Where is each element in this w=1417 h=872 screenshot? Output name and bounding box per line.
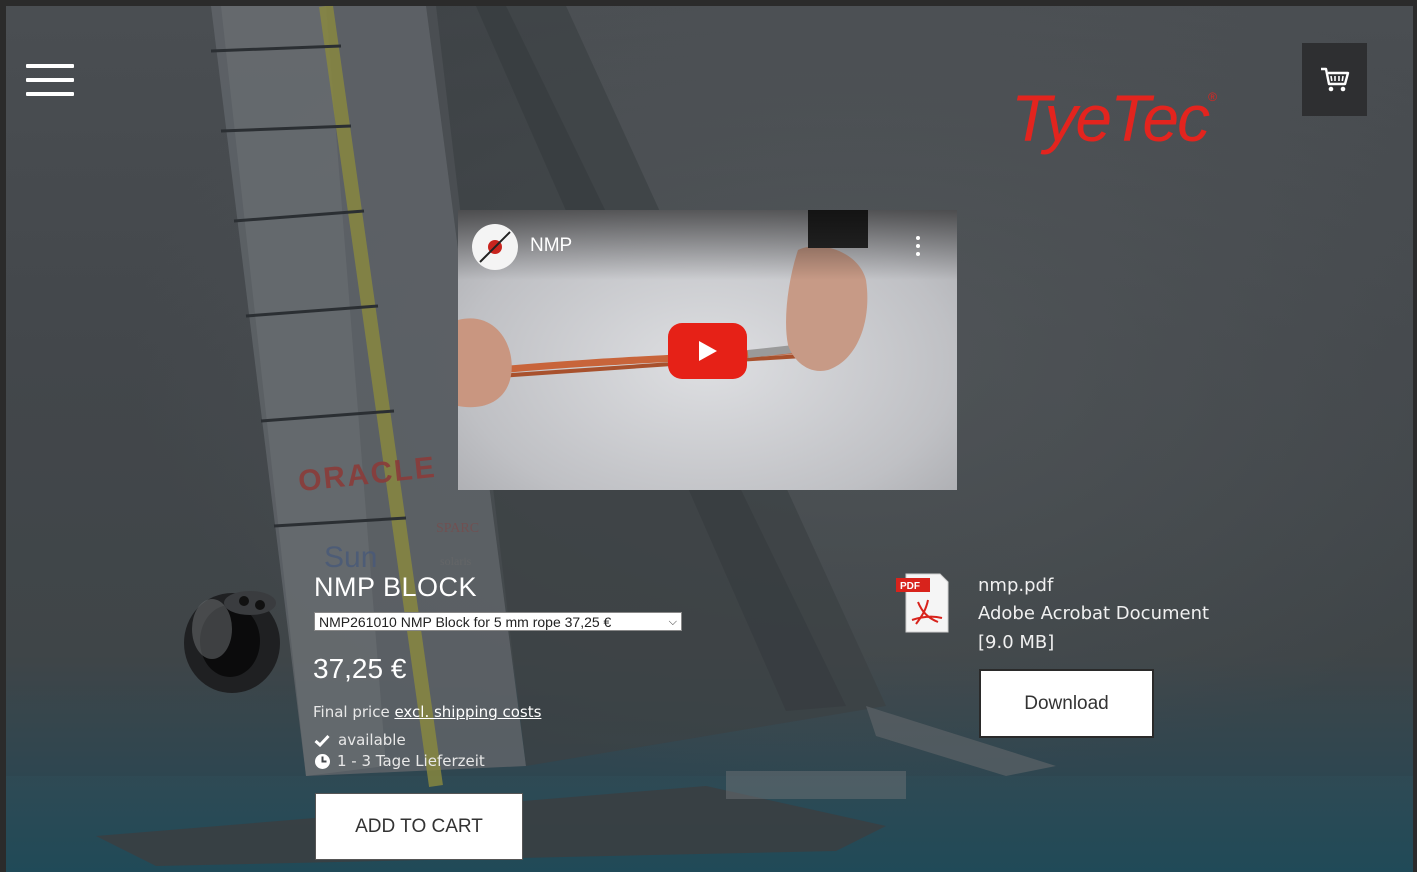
final-price-note: Final price excl. shipping costs	[313, 703, 541, 721]
channel-avatar[interactable]	[472, 224, 518, 270]
logo-text: TyeTec	[1011, 81, 1210, 155]
cart-button[interactable]	[1302, 43, 1367, 116]
sail-text-solaris: solaris	[440, 554, 472, 568]
file-size: [9.0 MB]	[978, 632, 1055, 653]
variant-select[interactable]: NMP261010 NMP Block for 5 mm rope 37,25 …	[314, 612, 682, 631]
product-image	[184, 591, 280, 693]
hamburger-menu-icon[interactable]	[26, 64, 74, 98]
play-button[interactable]	[668, 323, 747, 379]
variant-selected-value: NMP261010 NMP Block for 5 mm rope 37,25 …	[319, 614, 612, 630]
delivery-time-text: 1 - 3 Tage Lieferzeit	[337, 752, 485, 770]
chevron-down-icon: ⌵	[668, 616, 677, 628]
final-price-label: Final price	[313, 703, 390, 721]
cart-icon	[1320, 67, 1349, 91]
more-vertical-icon[interactable]	[915, 236, 921, 260]
check-icon	[314, 734, 330, 747]
video-title[interactable]: NMP	[530, 235, 572, 257]
svg-text:PDF: PDF	[900, 581, 920, 592]
pdf-file-icon[interactable]: PDF	[894, 572, 952, 634]
availability-status: available	[314, 731, 406, 749]
delivery-time: 1 - 3 Tage Lieferzeit	[314, 752, 485, 770]
channel-logo-icon	[473, 225, 517, 269]
shipping-costs-link[interactable]: excl. shipping costs	[394, 703, 541, 721]
availability-text: available	[338, 731, 406, 749]
add-to-cart-button[interactable]: ADD TO CART	[315, 793, 523, 860]
file-name: nmp.pdf	[978, 575, 1054, 596]
clock-icon	[315, 753, 330, 769]
product-price: 37,25 €	[313, 653, 407, 684]
file-type: Adobe Acrobat Document	[978, 603, 1210, 624]
download-button[interactable]: Download	[979, 669, 1154, 738]
product-title: NMP BLOCK	[314, 572, 478, 602]
page-frame: ORACLE Sun SPARC solaris TyeTec® NMP NMP…	[6, 6, 1413, 872]
sail-text-sparc: SPARC	[436, 521, 480, 536]
logo-registered-mark: ®	[1208, 90, 1217, 104]
tyetec-logo[interactable]: TyeTec®	[1011, 80, 1217, 156]
sail-text-sun: Sun	[324, 541, 378, 574]
play-icon	[698, 341, 717, 361]
video-player[interactable]: NMP	[458, 210, 957, 490]
